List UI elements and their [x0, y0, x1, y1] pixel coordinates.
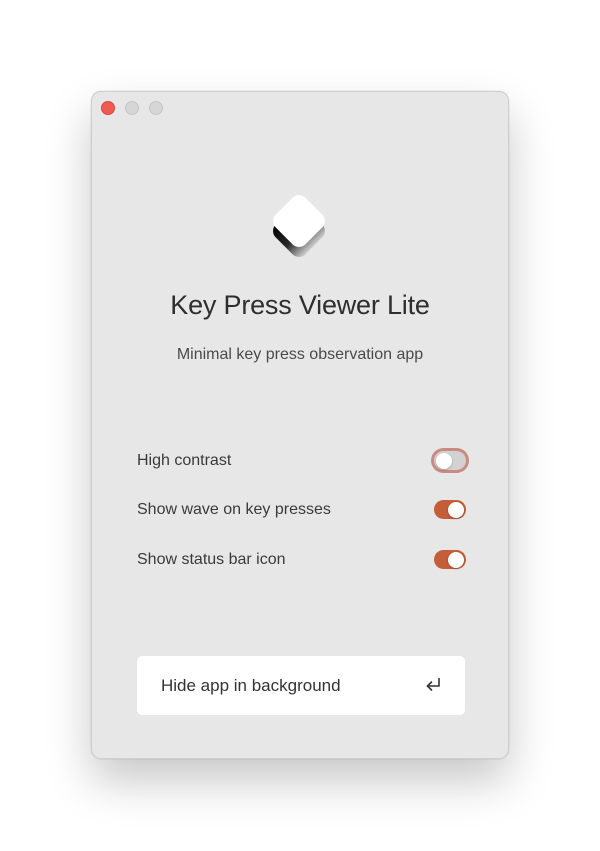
maximize-icon[interactable]: [149, 101, 163, 115]
setting-high-contrast: High contrast: [137, 446, 466, 476]
window-controls: [101, 101, 163, 115]
minimize-icon[interactable]: [125, 101, 139, 115]
key-diamond-icon: [273, 195, 325, 257]
toggle-knob: [448, 501, 464, 518]
status-bar-icon-toggle[interactable]: [434, 550, 466, 569]
hide-app-button-label: Hide app in background: [161, 676, 341, 695]
toggle-knob: [448, 551, 464, 568]
toggle-knob: [436, 452, 452, 469]
return-icon: [426, 677, 440, 691]
app-title: Key Press Viewer Lite: [170, 290, 430, 320]
setting-label: Show wave on key presses: [137, 501, 331, 518]
app-subtitle: Minimal key press observation app: [176, 346, 424, 363]
setting-show-wave: Show wave on key presses: [137, 495, 466, 525]
setting-status-bar-icon: Show status bar icon: [137, 545, 466, 575]
setting-label: High contrast: [137, 452, 232, 469]
high-contrast-toggle[interactable]: [434, 451, 466, 470]
app-window: Key Press Viewer Lite Minimal key press …: [91, 91, 509, 759]
hide-app-button[interactable]: Hide app in background: [137, 656, 465, 715]
show-wave-toggle[interactable]: [434, 500, 466, 519]
setting-label: Show status bar icon: [137, 551, 286, 568]
close-icon[interactable]: [101, 101, 115, 115]
